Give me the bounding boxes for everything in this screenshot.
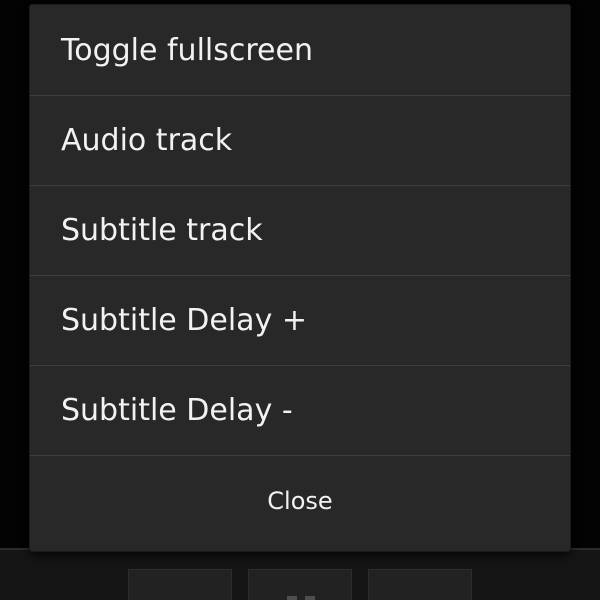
menu-item-label: Audio track — [61, 123, 233, 158]
close-button[interactable]: Close — [30, 456, 570, 546]
close-button-label: Close — [267, 487, 333, 515]
menu-item-subtitle-delay-plus[interactable]: Subtitle Delay + — [30, 276, 570, 366]
context-menu-dialog: Toggle fullscreen Audio track Subtitle t… — [30, 5, 570, 551]
video-player-screen: Toggle fullscreen Audio track Subtitle t… — [0, 0, 600, 600]
menu-item-audio-track[interactable]: Audio track — [30, 96, 570, 186]
menu-item-label: Subtitle Delay - — [61, 393, 293, 428]
menu-item-label: Subtitle track — [61, 213, 263, 248]
menu-item-toggle-fullscreen[interactable]: Toggle fullscreen — [30, 5, 570, 96]
menu-item-subtitle-delay-minus[interactable]: Subtitle Delay - — [30, 366, 570, 456]
menu-item-subtitle-track[interactable]: Subtitle track — [30, 186, 570, 276]
menu-item-label: Subtitle Delay + — [61, 303, 307, 338]
menu-item-label: Toggle fullscreen — [61, 32, 313, 68]
